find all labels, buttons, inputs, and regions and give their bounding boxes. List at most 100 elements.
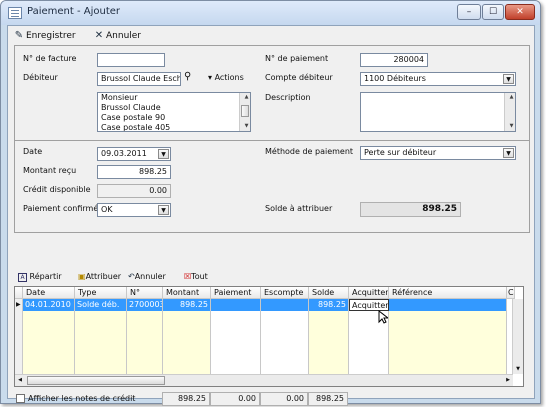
payment-panel: Date 09.03.2011 ▼ Montant reçu 898.25 Cr… <box>14 140 530 233</box>
cell-paiement[interactable] <box>211 299 261 311</box>
credit-value: 0.00 <box>97 184 171 198</box>
montant-input[interactable]: 898.25 <box>97 165 171 179</box>
assign-icon: ▣ <box>78 272 86 281</box>
dropdown-arrow-icon[interactable]: ▼ <box>158 205 169 215</box>
payment-window: Paiement - Ajouter – ☐ ✕ ✎ Enregistrer ✕ A… <box>0 0 541 406</box>
paiement-no-input[interactable]: 280004 <box>360 53 428 67</box>
grid-vscrollbar[interactable]: ▼ <box>512 299 523 374</box>
cell-reference[interactable] <box>389 299 507 311</box>
cell-type[interactable]: Solde déb. <box>75 299 127 311</box>
col-header-solde[interactable]: Solde <box>309 287 349 299</box>
cell-solde[interactable]: 898.25 <box>309 299 349 311</box>
cross-icon: ✕ <box>94 30 104 41</box>
cell-no[interactable]: 2700003 <box>127 299 163 311</box>
annuler-attrib-button[interactable]: ↶Annuler <box>128 270 166 284</box>
col-header-paiement[interactable]: Paiement <box>211 287 261 299</box>
save-label: Enregistrer <box>26 31 76 41</box>
hscroll-thumb[interactable] <box>27 376 165 385</box>
address-scrollbar[interactable]: ▲ ▼ <box>239 93 250 131</box>
attribuer-button[interactable]: ▣Attribuer <box>78 270 121 284</box>
address-line: Monsieur <box>101 93 138 102</box>
paiement-no-label: N° de paiement <box>265 54 329 63</box>
date-picker[interactable]: 09.03.2011 ▼ <box>97 147 171 161</box>
scroll-right-icon[interactable]: ▶ <box>503 376 513 385</box>
methode-label: Méthode de paiement <box>265 147 354 156</box>
repartir-button[interactable]: A Répartir <box>18 270 62 284</box>
facture-input[interactable] <box>97 53 165 67</box>
solde-value: 898.25 <box>360 202 461 217</box>
calendar-dropdown-icon[interactable]: ▼ <box>158 149 169 159</box>
credit-label: Crédit disponible <box>23 185 91 194</box>
col-header-no[interactable]: N° <box>127 287 163 299</box>
minimize-button[interactable]: – <box>457 4 481 20</box>
window-title: Paiement - Ajouter <box>27 6 121 17</box>
col-header-montant[interactable]: Montant <box>163 287 211 299</box>
dropdown-arrow-icon: ▾ <box>208 73 213 82</box>
total-paiement: 0.00 <box>210 392 260 406</box>
repartir-label: Répartir <box>29 272 62 281</box>
description-label: Description <box>265 93 311 102</box>
actions-label: Actions <box>214 73 244 82</box>
tout-button[interactable]: ☒Tout <box>184 270 208 284</box>
app-icon <box>8 7 22 19</box>
debiteur-label: Débiteur <box>23 73 58 82</box>
debiteur-input[interactable]: Brussol Claude Esche <box>97 72 181 86</box>
save-button[interactable]: ✎ Enregistrer <box>14 29 76 43</box>
scroll-up-icon[interactable]: ▲ <box>240 93 250 102</box>
dropdown-arrow-icon[interactable]: ▼ <box>503 74 514 84</box>
title-bar[interactable]: Paiement - Ajouter – ☐ ✕ <box>1 1 540 25</box>
col-header-reference[interactable]: Référence <box>389 287 507 299</box>
scroll-down-icon[interactable]: ▼ <box>513 365 523 374</box>
grid-hscrollbar[interactable]: ◀ ▶ <box>15 374 513 386</box>
col-header-date[interactable]: Date <box>23 287 75 299</box>
split-icon: A <box>18 273 27 282</box>
methode-value: Perte sur débiteur <box>364 148 437 157</box>
col-header-type[interactable]: Type <box>75 287 127 299</box>
scroll-down-icon[interactable]: ▼ <box>240 122 250 131</box>
address-line: Case postale 405 <box>101 123 171 132</box>
scroll-thumb[interactable] <box>241 105 249 117</box>
col-header-acquitter[interactable]: Acquitter <box>349 287 389 299</box>
scroll-left-icon[interactable]: ◀ <box>15 376 25 385</box>
address-line: Case postale 90 <box>101 113 166 122</box>
show-notes-label: Afficher les notes de crédit <box>28 394 136 403</box>
undo-icon: ↶ <box>128 272 135 281</box>
cell-date[interactable]: 04.01.2010 <box>23 299 75 311</box>
dropdown-arrow-icon[interactable]: ▼ <box>503 148 514 158</box>
solde-label: Solde à attribuer <box>265 204 333 213</box>
address-box[interactable]: Monsieur Brussol Claude Case postale 90 … <box>97 92 251 132</box>
confirme-value: OK <box>101 205 113 214</box>
confirme-select[interactable]: OK ▼ <box>97 203 171 217</box>
row-header-corner <box>15 287 23 299</box>
facture-label: N° de facture <box>23 54 77 63</box>
cell-escompte[interactable] <box>261 299 309 311</box>
cancel-button[interactable]: ✕ Annuler <box>94 29 141 43</box>
description-input[interactable]: ▲ ▼ <box>360 92 516 132</box>
mouse-cursor-icon <box>378 310 388 324</box>
description-scrollbar[interactable]: ▲ ▼ <box>504 93 515 131</box>
compte-select[interactable]: 1100 Débiteurs ▼ <box>360 72 516 86</box>
scroll-up-icon[interactable]: ▲ <box>505 93 515 102</box>
pencil-icon: ✎ <box>14 30 24 41</box>
cell-montant[interactable]: 898.25 <box>163 299 211 311</box>
close-button[interactable]: ✕ <box>505 4 535 20</box>
compte-value: 1100 Débiteurs <box>364 74 426 83</box>
tout-label: Tout <box>191 272 208 281</box>
actions-menu[interactable]: ▾ Actions <box>208 73 244 82</box>
maximize-button[interactable]: ☐ <box>482 4 504 20</box>
attribuer-label: Attribuer <box>85 272 122 281</box>
montant-label: Montant reçu <box>23 166 77 175</box>
total-montant: 898.25 <box>162 392 210 406</box>
show-notes-checkbox[interactable] <box>16 394 25 403</box>
scroll-down-icon[interactable]: ▼ <box>505 122 515 131</box>
annuler-label: Annuler <box>134 272 166 281</box>
date-value: 09.03.2011 <box>101 149 147 158</box>
confirme-label: Paiement confirmé <box>23 204 99 213</box>
address-line: Brussol Claude <box>101 103 161 112</box>
binoculars-icon[interactable]: ⚲ <box>184 71 191 82</box>
col-header-c[interactable]: C <box>507 287 515 299</box>
methode-select[interactable]: Perte sur débiteur ▼ <box>360 146 516 160</box>
col-header-escompte[interactable]: Escompte <box>261 287 309 299</box>
total-escompte: 0.00 <box>260 392 308 406</box>
allocation-grid: Date Type N° Montant Paiement Escompte S… <box>14 286 524 387</box>
